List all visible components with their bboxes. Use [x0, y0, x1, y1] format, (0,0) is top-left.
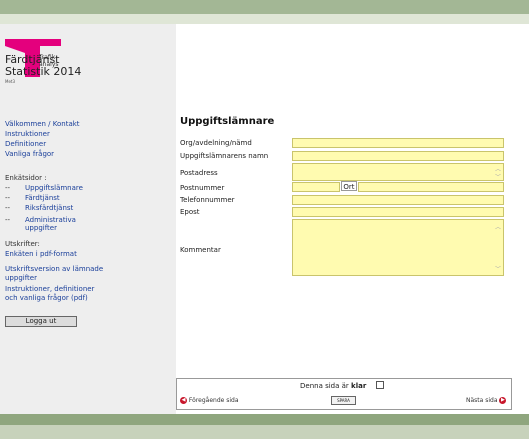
bottom-banner — [0, 414, 529, 425]
postnummer-field[interactable] — [292, 182, 340, 192]
dash: -- — [5, 216, 11, 224]
name-label: Uppgiftslämnarens namn — [180, 152, 269, 160]
dash: -- — [5, 194, 11, 202]
ort-field[interactable] — [358, 182, 504, 192]
prev-page-link[interactable]: ◀ Föregående sida — [180, 397, 239, 404]
org-label: Org/avdelning/nämd — [180, 139, 252, 147]
enkat-item-fardtjanst[interactable]: -- Färdtjänst — [5, 194, 60, 202]
enkat-item-label: Administrativa uppgifter — [25, 216, 76, 232]
nav-instructions[interactable]: Instruktioner — [5, 130, 50, 139]
dash: -- — [5, 204, 11, 212]
print-link-enkat-pdf[interactable]: Enkäten i pdf-format — [5, 250, 77, 259]
enkat-item-riksfardtjanst[interactable]: -- Riksfärdtjänst — [5, 204, 73, 212]
top-banner — [0, 0, 529, 14]
next-page-label: Nästa sida — [466, 397, 498, 404]
enkat-item-label: Riksfärdtjänst — [25, 204, 74, 212]
address-label: Postadress — [180, 169, 218, 177]
enkat-item-uppgiftslamnare[interactable]: -- Uppgiftslämnare — [5, 184, 83, 192]
prev-page-label: Föregående sida — [188, 397, 239, 404]
name-field[interactable] — [292, 151, 504, 161]
email-field[interactable] — [292, 207, 504, 217]
print-link-utskriftsversion[interactable]: Utskriftsversion av lämnade uppgifter — [5, 265, 103, 283]
address-field[interactable]: ︿ ﹀ — [292, 163, 504, 181]
dash: -- — [5, 184, 11, 192]
done-checkbox[interactable] — [376, 381, 384, 389]
save-button[interactable]: SPARA — [331, 396, 356, 405]
email-label: Epost — [180, 208, 200, 216]
scroll-down-icon[interactable]: ﹀ — [495, 264, 501, 273]
phone-field[interactable] — [292, 195, 504, 205]
enkat-item-label: Färdtjänst — [25, 194, 60, 202]
nav-welcome-contact[interactable]: Välkommen / Kontakt — [5, 120, 80, 129]
postnummer-label: Postnummer — [180, 184, 225, 192]
arrow-right-icon: ▶ — [499, 397, 507, 404]
logout-button[interactable]: Logga ut — [5, 316, 77, 327]
comment-label: Kommentar — [180, 246, 221, 254]
enkat-item-administrativa[interactable]: -- Administrativa uppgifter — [5, 216, 76, 232]
next-page-link[interactable]: Nästa sida ▶ — [466, 397, 507, 404]
utskrifter-heading: Utskrifter: — [5, 240, 40, 248]
nav-faq[interactable]: Vanliga frågor — [5, 150, 54, 159]
app-subtitle: Met3 — [5, 79, 16, 84]
bottom-banner-strip — [0, 425, 529, 439]
nav-definitions[interactable]: Definitioner — [5, 140, 46, 149]
page-title: Uppgiftslämnare — [180, 116, 275, 127]
ort-label: Ort — [341, 181, 357, 191]
app-title: Färdtjänst Statistik 2014 — [5, 53, 82, 78]
sidebar: Trafik analys Färdtjänst Statistik 2014 … — [0, 24, 176, 414]
enkat-item-label: Uppgiftslämnare — [25, 184, 83, 192]
phone-label: Telefonnummer — [180, 196, 235, 204]
org-field[interactable] — [292, 138, 504, 148]
comment-field[interactable]: ︿ ﹀ — [292, 219, 504, 276]
top-banner-strip — [0, 14, 529, 24]
arrow-left-icon: ◀ — [180, 397, 187, 404]
scroll-down-icon[interactable]: ﹀ — [495, 172, 501, 181]
enkat-heading: Enkätsidor : — [5, 174, 47, 182]
done-label: Denna sida är klar — [300, 382, 367, 390]
print-link-instructions-pdf[interactable]: Instruktioner, definitioner och vanliga … — [5, 285, 94, 303]
scroll-up-icon[interactable]: ︿ — [495, 222, 501, 231]
